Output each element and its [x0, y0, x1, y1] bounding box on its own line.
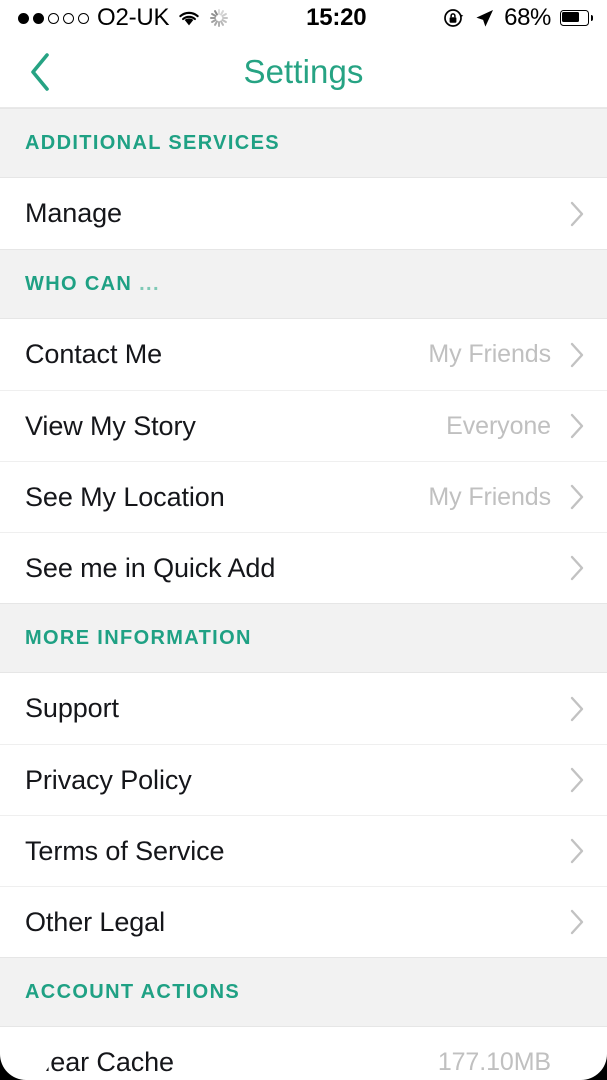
section-header: WHO CAN ... — [0, 249, 607, 319]
section-header-label: WHO CAN ... — [25, 272, 160, 295]
chevron-right-icon — [569, 766, 585, 794]
settings-row[interactable]: Other Legal — [0, 886, 607, 957]
wifi-icon — [177, 9, 201, 27]
settings-row-label: Privacy Policy — [25, 764, 192, 795]
settings-row-value: 177.10MB — [437, 1048, 551, 1076]
settings-row[interactable]: Privacy Policy — [0, 744, 607, 815]
section-header-label: MORE INFORMATION — [25, 626, 252, 649]
settings-row[interactable]: See me in Quick Add — [0, 532, 607, 603]
section-header-label: ACCOUNT ACTIONS — [25, 980, 241, 1003]
settings-row[interactable]: View My Story Everyone — [0, 390, 607, 461]
signal-dot — [33, 12, 44, 24]
settings-row-label: See My Location — [25, 481, 225, 512]
chevron-right-icon — [569, 908, 585, 936]
settings-row-label: Clear Cache — [25, 1047, 174, 1077]
section-header: ADDITIONAL SERVICES — [0, 108, 607, 178]
back-button[interactable] — [8, 36, 72, 107]
clock-label: 15:20 — [306, 4, 367, 31]
signal-dot — [48, 12, 59, 24]
signal-dot — [78, 12, 89, 24]
phone-screen: O2-UK 15:20 68% Settings ADDITIONAL SERV… — [0, 0, 607, 1080]
settings-row[interactable]: Contact Me My Friends — [0, 319, 607, 390]
navigation-bar: Settings — [0, 36, 607, 108]
settings-row-label: Other Legal — [25, 906, 165, 937]
status-bar-right: 68% — [443, 4, 593, 32]
settings-row[interactable]: See My Location My Friends — [0, 461, 607, 532]
settings-row-label: See me in Quick Add — [25, 552, 276, 583]
chevron-right-icon — [569, 1049, 585, 1077]
settings-row[interactable]: Support — [0, 673, 607, 744]
battery-percent-label: 68% — [504, 4, 551, 31]
chevron-right-icon — [569, 695, 585, 723]
settings-row-value: My Friends — [428, 482, 551, 511]
settings-row[interactable]: Clear Cache 177.10MB — [0, 1027, 607, 1080]
chevron-right-icon — [569, 341, 585, 369]
settings-row-label: Support — [25, 693, 119, 723]
settings-row-label: View My Story — [25, 410, 196, 441]
status-bar: O2-UK 15:20 68% — [0, 0, 607, 36]
settings-row[interactable]: Manage — [0, 178, 607, 249]
battery-icon — [560, 10, 593, 26]
status-bar-left: O2-UK — [18, 4, 229, 32]
chevron-right-icon — [569, 554, 585, 582]
signal-dot — [63, 12, 74, 24]
settings-row-value: My Friends — [428, 340, 551, 368]
signal-dot — [18, 12, 29, 24]
cellular-signal-dots — [18, 12, 89, 24]
section-header-label: ADDITIONAL SERVICES — [25, 131, 280, 154]
location-arrow-icon — [474, 8, 495, 29]
chevron-left-icon — [27, 51, 53, 93]
settings-row-label: Terms of Service — [25, 835, 225, 866]
settings-row-label: Contact Me — [25, 339, 163, 369]
status-bar-center: 15:20 — [229, 4, 443, 32]
carrier-label: O2-UK — [97, 4, 170, 31]
section-header: MORE INFORMATION — [0, 603, 607, 673]
section-header-ellipsis: ... — [139, 272, 160, 295]
settings-row[interactable]: Terms of Service — [0, 815, 607, 886]
chevron-right-icon — [569, 412, 585, 440]
chevron-right-icon — [569, 837, 585, 865]
section-header: ACCOUNT ACTIONS — [0, 957, 607, 1027]
settings-row-value: Everyone — [446, 411, 551, 440]
activity-spinner-icon — [209, 8, 229, 28]
settings-list: ADDITIONAL SERVICES Manage WHO CAN ... Cont… — [0, 108, 607, 1080]
chevron-right-icon — [569, 483, 585, 511]
page-title: Settings — [243, 52, 364, 90]
settings-row-label: Manage — [25, 198, 122, 228]
chevron-right-icon — [569, 200, 585, 228]
rotation-lock-icon — [443, 7, 465, 29]
